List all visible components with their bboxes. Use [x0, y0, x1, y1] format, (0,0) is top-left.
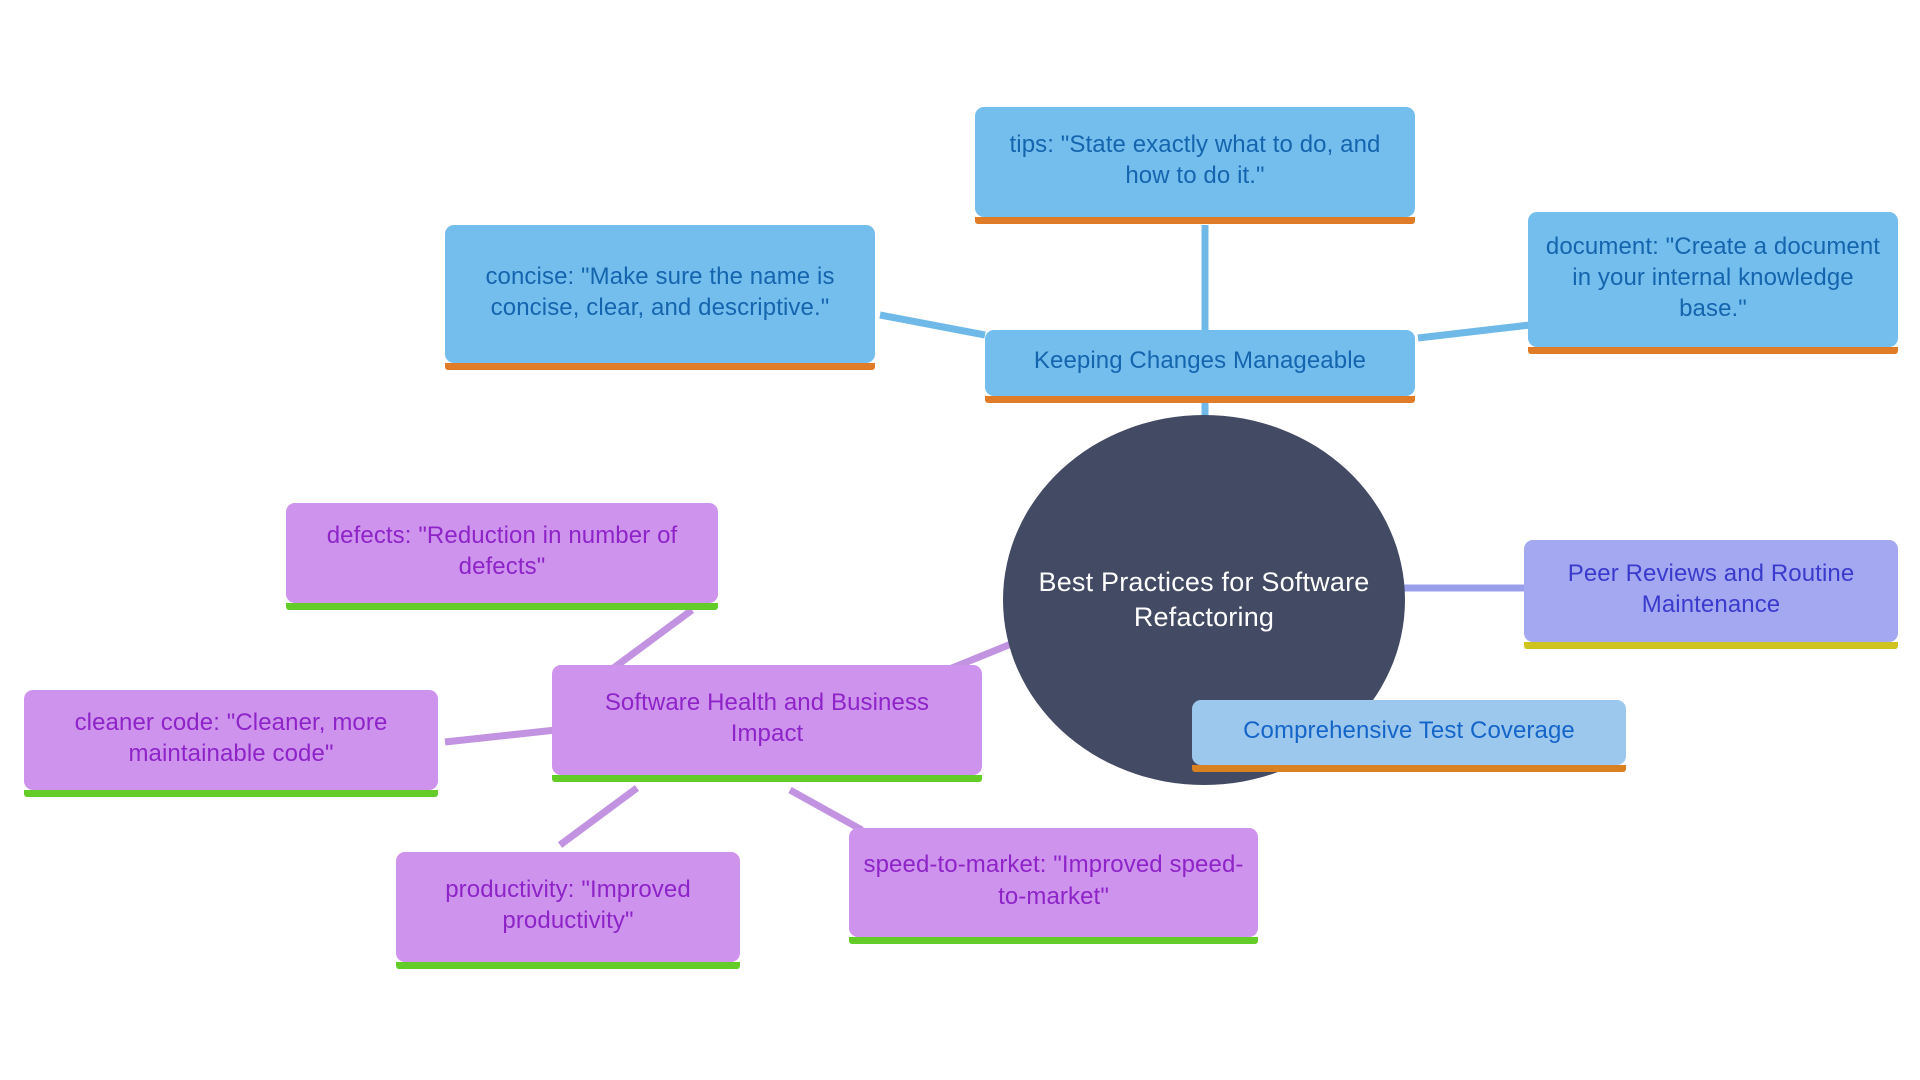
node-software-health-and-business-impact[interactable]: Software Health and Business Impact	[552, 665, 982, 782]
node-peer-reviews-and-routine-maintenance[interactable]: Peer Reviews and Routine Maintenance	[1524, 540, 1898, 649]
node-keeping-changes-manageable[interactable]: Keeping Changes Manageable	[985, 330, 1415, 403]
node-document-label: document: "Create a document in your int…	[1545, 232, 1881, 323]
node-accent-underline	[24, 790, 438, 797]
edge-keeping-changes-to-concise	[879, 311, 986, 339]
node-software-health-and-business-impact-label: Software Health and Business Impact	[604, 688, 930, 747]
node-tips[interactable]: tips: "State exactly what to do, and how…	[975, 107, 1415, 224]
node-accent-underline	[1524, 642, 1898, 649]
edge-keeping-changes-to-document	[1417, 321, 1531, 342]
node-cleaner-code[interactable]: cleaner code: "Cleaner, more maintainabl…	[24, 690, 438, 797]
root-node-label: Best Practices for Software Refactoring	[1038, 567, 1370, 632]
node-accent-underline	[552, 775, 982, 782]
node-peer-reviews-and-routine-maintenance-label: Peer Reviews and Routine Maintenance	[1567, 559, 1855, 618]
edge-software-health-to-productivity	[557, 785, 640, 848]
node-productivity[interactable]: productivity: "Improved productivity"	[396, 852, 740, 969]
node-accent-underline	[975, 217, 1415, 224]
node-comprehensive-test-coverage-label: Comprehensive Test Coverage	[1243, 716, 1575, 744]
node-accent-underline	[985, 396, 1415, 403]
node-speed-to-market-label: speed-to-market: "Improved speed-to-mark…	[863, 851, 1244, 910]
node-accent-underline	[1192, 765, 1626, 772]
node-accent-underline	[849, 937, 1258, 944]
mindmap-canvas: Best Practices for Software Refactoring …	[0, 0, 1920, 1080]
node-accent-underline	[286, 603, 718, 610]
node-tips-label: tips: "State exactly what to do, and how…	[1009, 130, 1381, 189]
node-keeping-changes-manageable-label: Keeping Changes Manageable	[1033, 347, 1367, 375]
node-accent-underline	[445, 363, 875, 370]
edge-software-health-to-speed-to-market	[788, 786, 864, 834]
node-comprehensive-test-coverage[interactable]: Comprehensive Test Coverage	[1192, 700, 1626, 772]
node-concise[interactable]: concise: "Make sure the name is concise,…	[445, 225, 875, 370]
node-accent-underline	[396, 962, 740, 969]
node-defects-label: defects: "Reduction in number of defects…	[326, 521, 678, 580]
node-document[interactable]: document: "Create a document in your int…	[1528, 212, 1898, 354]
node-defects[interactable]: defects: "Reduction in number of defects…	[286, 503, 718, 610]
node-concise-label: concise: "Make sure the name is concise,…	[485, 262, 835, 321]
node-speed-to-market[interactable]: speed-to-market: "Improved speed-to-mark…	[849, 828, 1258, 944]
edge-software-health-to-cleaner-code	[444, 726, 557, 746]
node-cleaner-code-label: cleaner code: "Cleaner, more maintainabl…	[74, 708, 388, 767]
node-accent-underline	[1528, 347, 1898, 354]
node-productivity-label: productivity: "Improved productivity"	[445, 875, 691, 934]
